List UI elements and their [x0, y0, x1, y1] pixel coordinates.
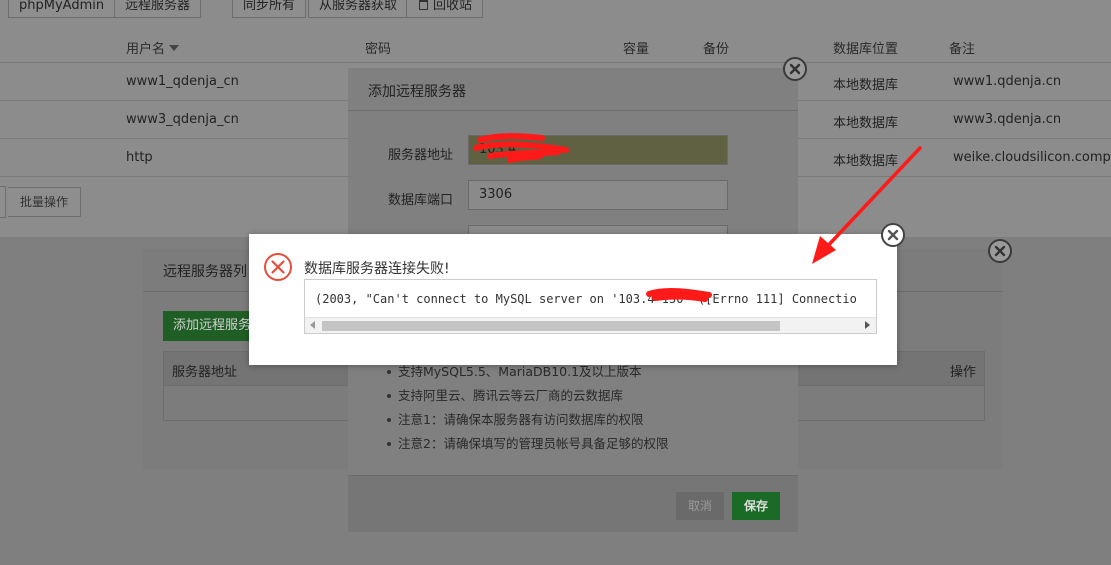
- dialog-title: 添加远程服务器: [368, 84, 466, 100]
- batch-operation-button[interactable]: 批量操作: [8, 187, 81, 217]
- error-title: 数据库服务器连接失败!: [304, 261, 450, 277]
- error-circle-icon: [264, 253, 292, 281]
- error-message-text: (2003, "Can't connect to MySQL server on…: [315, 292, 857, 306]
- dialog-footer: 取消 保存: [348, 475, 798, 532]
- sort-down-icon: [169, 45, 180, 51]
- col-username[interactable]: 用户名: [126, 38, 180, 57]
- col-backup: 备份: [703, 42, 730, 57]
- tip-item: 注意1：请确保本服务器有访问数据库的权限: [384, 408, 668, 432]
- host-label: 服务器地址: [388, 148, 454, 163]
- redaction-scribble: [473, 133, 569, 163]
- col-db-location: 数据库位置: [833, 42, 899, 57]
- col-server-address: 服务器地址: [172, 365, 238, 380]
- col-action: 操作: [950, 365, 977, 380]
- divider: [348, 110, 798, 111]
- trash-icon: [419, 0, 428, 10]
- batch-checkbox-edge[interactable]: [0, 186, 6, 218]
- remote-list-title: 远程服务器列: [163, 264, 247, 280]
- recycle-bin-label: 回收站: [433, 0, 473, 13]
- tip-item: 支持阿里云、腾讯云等云厂商的云数据库: [384, 384, 668, 408]
- scroll-right-icon[interactable]: [865, 321, 870, 329]
- save-button[interactable]: 保存: [732, 492, 780, 520]
- sync-all-button[interactable]: 同步所有: [232, 0, 307, 18]
- recycle-bin-button[interactable]: 回收站: [406, 0, 484, 18]
- remote-server-button[interactable]: 远程服务器: [114, 0, 202, 18]
- col-note: 备注: [949, 42, 976, 57]
- error-redaction-scribble: [646, 288, 712, 302]
- scrollbar-thumb[interactable]: [322, 321, 780, 331]
- scroll-left-icon[interactable]: [310, 321, 315, 329]
- horizontal-scrollbar[interactable]: [305, 317, 876, 333]
- port-input[interactable]: 3306: [468, 180, 728, 210]
- remote-list-close-icon[interactable]: [988, 239, 1012, 263]
- annotation-arrow-icon: [812, 146, 922, 264]
- add-dialog-close-icon[interactable]: [783, 57, 807, 81]
- col-capacity: 容量: [623, 42, 650, 57]
- port-label: 数据库端口: [388, 193, 454, 208]
- phpmyadmin-button[interactable]: phpMyAdmin: [8, 0, 116, 18]
- tip-item: 注意2：请确保填写的管理员帐号具备足够的权限: [384, 432, 668, 456]
- cancel-button[interactable]: 取消: [676, 492, 724, 520]
- add-remote-server-button[interactable]: 添加远程服务: [163, 311, 255, 341]
- get-from-server-button[interactable]: 从服务器获取: [308, 0, 409, 18]
- tips-list: 支持MySQL5.5、MariaDB10.1及以上版本 支持阿里云、腾讯云等云厂…: [384, 360, 668, 456]
- col-password: 密码: [365, 42, 392, 57]
- error-detail-box: (2003, "Can't connect to MySQL server on…: [304, 279, 877, 334]
